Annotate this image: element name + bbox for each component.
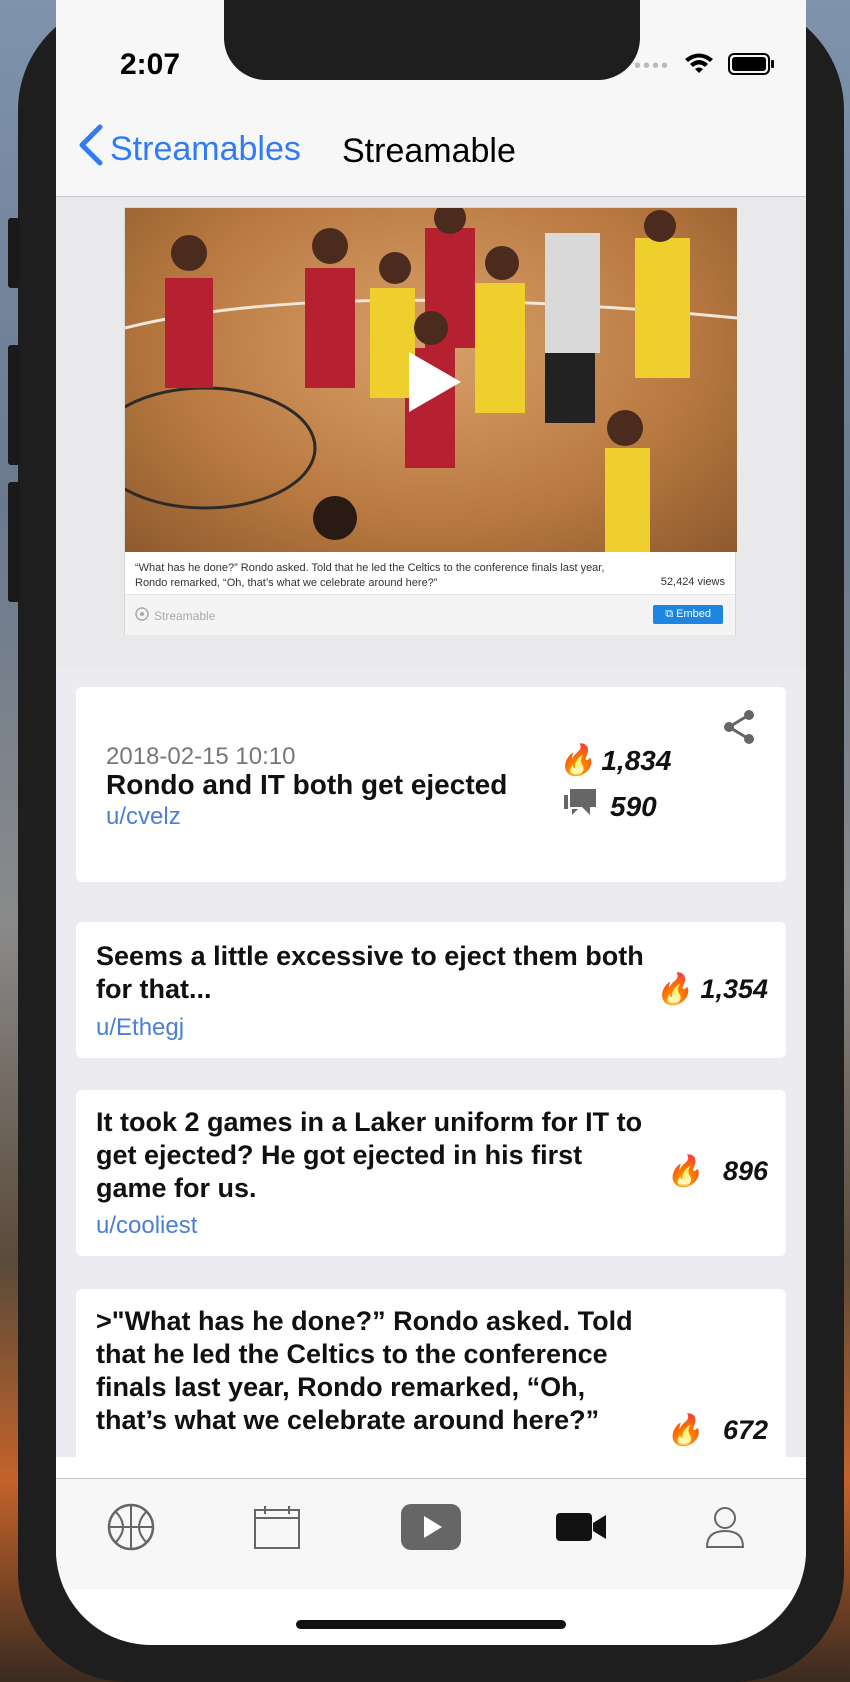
comments-icon	[562, 787, 598, 826]
play-icon[interactable]	[401, 350, 465, 419]
post-date: 2018-02-15 10:10	[106, 743, 296, 770]
post-card[interactable]: 2018-02-15 10:10 Rondo and IT both get e…	[76, 687, 786, 882]
status-time: 2:07	[120, 48, 181, 81]
battery-icon	[728, 52, 776, 81]
fire-icon: 🔥	[558, 744, 596, 777]
video-area: “What has he done?” Rondo asked. Told th…	[56, 197, 806, 667]
comment-text: >"What has he done?” Rondo asked. Told t…	[96, 1306, 633, 1435]
video-caption: “What has he done?” Rondo asked. Told th…	[135, 562, 605, 589]
comment-score-value: 896	[722, 1156, 768, 1186]
streamable-embed: “What has he done?” Rondo asked. Told th…	[124, 207, 737, 635]
notch	[224, 0, 640, 80]
streamable-logo-icon	[135, 607, 149, 624]
comment-card[interactable]: It took 2 games in a Laker uniform for I…	[76, 1090, 786, 1256]
basketball-icon	[106, 1502, 156, 1557]
brand-label: Streamable	[154, 608, 216, 623]
calendar-icon	[253, 1504, 301, 1555]
post-title: Rondo and IT both get ejected	[106, 769, 508, 800]
embed-footer: Streamable ⧉ Embed	[125, 594, 735, 635]
fire-icon: 🔥	[655, 972, 693, 1006]
navigation-bar: Streamables Streamable	[56, 92, 806, 197]
fire-icon: 🔥	[665, 1413, 703, 1447]
embed-button-label: Embed	[676, 608, 711, 620]
tab-videos[interactable]	[396, 1499, 466, 1559]
share-icon[interactable]	[722, 709, 756, 750]
copy-icon: ⧉	[665, 608, 677, 620]
tab-bar	[56, 1478, 806, 1589]
signal-dots-icon: ••••	[633, 55, 670, 77]
status-bar: 2:07 ••••	[56, 0, 806, 92]
streamable-brand[interactable]: Streamable	[135, 607, 215, 624]
comment-count: 590	[610, 790, 657, 822]
comment-score: 🔥 1,354	[655, 974, 768, 1005]
profile-icon	[705, 1505, 745, 1554]
video-camera-icon	[555, 1510, 607, 1549]
phone-screen: 2:07 •••• Streamables Streamable “What h…	[56, 0, 806, 1645]
video-thumbnail[interactable]	[125, 208, 737, 552]
comment-author-link[interactable]: u/cooliest	[96, 1212, 197, 1240]
back-button[interactable]: Streamables	[76, 124, 301, 175]
comment-card[interactable]: Seems a little excessive to eject them b…	[76, 922, 786, 1058]
status-icons: ••••	[634, 52, 776, 81]
back-label: Streamables	[110, 130, 301, 168]
tab-schedule[interactable]	[242, 1499, 312, 1559]
comment-score: 🔥 672	[666, 1415, 768, 1446]
mute-switch	[8, 218, 20, 288]
post-comments[interactable]: 590	[562, 787, 657, 826]
chevron-left-icon	[76, 124, 106, 175]
tab-streamables[interactable]	[546, 1499, 616, 1559]
comment-score-value: 672	[722, 1415, 768, 1445]
post-score-value: 1,834	[601, 745, 672, 776]
embed-button[interactable]: ⧉ Embed	[653, 605, 723, 624]
post-score: 🔥 1,834	[558, 745, 671, 777]
volume-up-button	[8, 345, 20, 465]
content-scroll[interactable]: “What has he done?” Rondo asked. Told th…	[56, 197, 806, 1457]
page-title: Streamable	[342, 132, 516, 170]
youtube-icon	[400, 1503, 462, 1556]
wifi-icon	[684, 53, 714, 80]
view-count: 52,424 views	[660, 576, 725, 588]
comment-score: 🔥 896	[666, 1156, 768, 1187]
comment-text: Seems a little excessive to eject them b…	[96, 941, 644, 1004]
fire-icon: 🔥	[665, 1154, 703, 1188]
post-author-link[interactable]: u/cvelz	[106, 803, 181, 831]
comment-text: It took 2 games in a Laker uniform for I…	[96, 1107, 643, 1203]
comment-score-value: 1,354	[700, 974, 768, 1004]
tab-games[interactable]	[96, 1499, 166, 1559]
volume-down-button	[8, 482, 20, 602]
tab-profile[interactable]	[690, 1499, 760, 1559]
comment-card[interactable]: >"What has he done?” Rondo asked. Told t…	[76, 1289, 786, 1457]
home-indicator[interactable]	[296, 1620, 566, 1629]
comment-author-link[interactable]: u/Ethegj	[96, 1014, 184, 1042]
